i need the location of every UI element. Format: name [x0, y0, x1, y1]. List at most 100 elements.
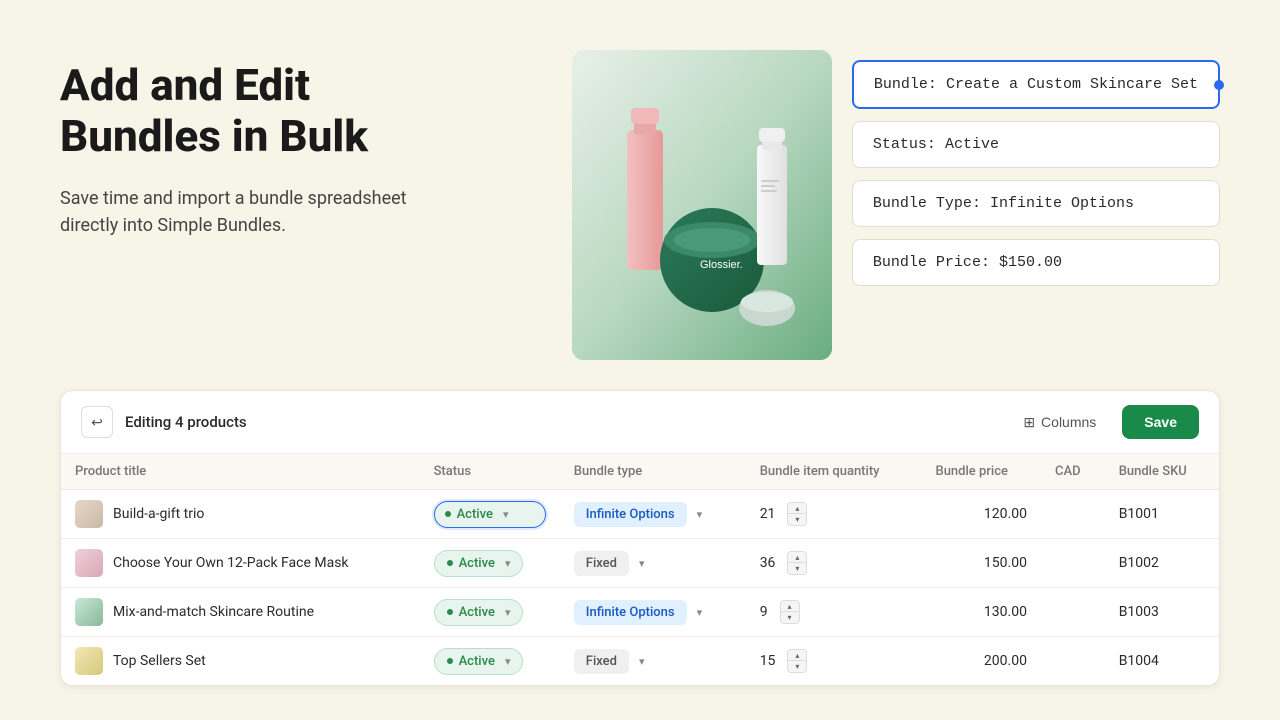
- page-container: Add and Edit Bundles in Bulk Save time a…: [0, 0, 1280, 720]
- price-value: 120.00: [984, 506, 1027, 522]
- hero-title-line2: Bundles in Bulk: [60, 110, 368, 162]
- product-thumbnail: [75, 647, 103, 675]
- hero-content: Add and Edit Bundles in Bulk Save time a…: [60, 50, 500, 239]
- status-cell[interactable]: Active ▾: [420, 588, 560, 637]
- product-name: Top Sellers Set: [113, 653, 206, 669]
- status-badge[interactable]: Active ▾: [434, 599, 524, 626]
- hero-subtitle: Save time and import a bundle spreadshee…: [60, 185, 440, 239]
- status-cell[interactable]: Active ▾: [420, 539, 560, 588]
- qty-cell[interactable]: 15 ▴ ▾: [746, 637, 922, 686]
- bundle-type-chevron-icon: ▾: [639, 655, 645, 668]
- qty-down-button[interactable]: ▾: [781, 612, 799, 623]
- qty-cell[interactable]: 9 ▴ ▾: [746, 588, 922, 637]
- qty-down-button[interactable]: ▾: [788, 514, 806, 525]
- qty-up-button[interactable]: ▴: [781, 601, 799, 612]
- bundle-price-label: Bundle Price:: [873, 254, 990, 271]
- product-illustration: Glossier.: [572, 50, 832, 360]
- qty-value: 9: [760, 604, 768, 620]
- qty-value: 21: [760, 506, 776, 522]
- qty-up-button[interactable]: ▴: [788, 552, 806, 563]
- price-cell: 130.00: [921, 588, 1040, 637]
- qty-cell[interactable]: 21 ▴ ▾: [746, 490, 922, 539]
- table-toolbar: ↩ Editing 4 products ⊞ Columns Save: [61, 391, 1219, 454]
- hero-title-line1: Add and Edit: [60, 59, 310, 111]
- bundle-name-label: Bundle:: [874, 76, 937, 93]
- save-button[interactable]: Save: [1122, 405, 1199, 439]
- bundle-type-chevron-icon: ▾: [697, 508, 703, 521]
- hero-title: Add and Edit Bundles in Bulk: [60, 60, 500, 161]
- columns-icon: ⊞: [1023, 414, 1035, 431]
- qty-cell[interactable]: 36 ▴ ▾: [746, 539, 922, 588]
- bundle-type-badge: Infinite Options: [574, 502, 687, 527]
- status-cell[interactable]: Active ▾: [420, 637, 560, 686]
- bundle-type-cell[interactable]: Infinite Options ▾: [560, 490, 746, 539]
- back-button[interactable]: ↩: [81, 406, 113, 438]
- bundle-type-wrapper[interactable]: Fixed ▾: [574, 649, 732, 674]
- status-text: Active: [457, 507, 493, 522]
- table-header-row: Product title Status Bundle type Bundle …: [61, 454, 1219, 490]
- bundle-type-badge: Infinite Options: [574, 600, 687, 625]
- toolbar-left: ↩ Editing 4 products: [81, 406, 247, 438]
- qty-spinner[interactable]: ▴ ▾: [787, 502, 807, 526]
- table-row: Build-a-gift trio Active ▾ Infinite Opti…: [61, 490, 1219, 539]
- bundle-type-label: Bundle Type:: [873, 195, 981, 212]
- price-cell: 120.00: [921, 490, 1040, 539]
- qty-spinner[interactable]: ▴ ▾: [787, 649, 807, 673]
- th-bundle-type: Bundle type: [560, 454, 746, 490]
- top-section: Add and Edit Bundles in Bulk Save time a…: [60, 50, 1220, 360]
- currency-cell: [1041, 490, 1105, 539]
- status-badge[interactable]: Active ▾: [434, 501, 546, 528]
- status-label: Status:: [873, 136, 936, 153]
- qty-spinner[interactable]: ▴ ▾: [780, 600, 800, 624]
- currency-cell: [1041, 588, 1105, 637]
- bundle-price-card: Bundle Price: $150.00: [852, 239, 1220, 286]
- sku-cell: B1004: [1105, 637, 1219, 686]
- currency-cell: [1041, 539, 1105, 588]
- bundle-type-wrapper[interactable]: Fixed ▾: [574, 551, 732, 576]
- price-value: 130.00: [984, 604, 1027, 620]
- bundle-type-cell[interactable]: Fixed ▾: [560, 637, 746, 686]
- status-cell[interactable]: Active ▾: [420, 490, 560, 539]
- status-badge[interactable]: Active ▾: [434, 550, 524, 577]
- product-thumbnail: [75, 598, 103, 626]
- right-content: Glossier.: [540, 50, 1220, 360]
- bundle-name-value: Create a Custom Skincare Set: [946, 76, 1198, 93]
- th-bundle-item-qty: Bundle item quantity: [746, 454, 922, 490]
- columns-button[interactable]: ⊞ Columns: [1009, 406, 1110, 439]
- th-status: Status: [420, 454, 560, 490]
- qty-spinner[interactable]: ▴ ▾: [787, 551, 807, 575]
- status-badge[interactable]: Active ▾: [434, 648, 524, 675]
- bundle-type-badge: Fixed: [574, 551, 629, 576]
- product-title-cell: Choose Your Own 12-Pack Face Mask: [61, 539, 420, 588]
- sku-value: B1001: [1119, 506, 1159, 522]
- sku-cell: B1002: [1105, 539, 1219, 588]
- table-row: Top Sellers Set Active ▾ Fixed ▾ 15: [61, 637, 1219, 686]
- th-bundle-sku: Bundle SKU: [1105, 454, 1219, 490]
- editing-label: Editing 4 products: [125, 413, 247, 431]
- product-thumbnail: [75, 549, 103, 577]
- qty-up-button[interactable]: ▴: [788, 503, 806, 514]
- qty-up-button[interactable]: ▴: [788, 650, 806, 661]
- sku-cell: B1003: [1105, 588, 1219, 637]
- bundle-name-card: Bundle: Create a Custom Skincare Set: [852, 60, 1220, 109]
- status-value: Active: [945, 136, 999, 153]
- product-title-cell: Top Sellers Set: [61, 637, 420, 686]
- bundle-type-wrapper[interactable]: Infinite Options ▾: [574, 502, 732, 527]
- product-title-cell: Mix-and-match Skincare Routine: [61, 588, 420, 637]
- qty-down-button[interactable]: ▾: [788, 563, 806, 574]
- chevron-down-icon: ▾: [505, 557, 511, 570]
- bundle-type-wrapper[interactable]: Infinite Options ▾: [574, 600, 732, 625]
- bundle-status-card: Status: Active: [852, 121, 1220, 168]
- bundle-type-cell[interactable]: Fixed ▾: [560, 539, 746, 588]
- sku-value: B1004: [1119, 653, 1159, 669]
- price-cell: 200.00: [921, 637, 1040, 686]
- bundle-type-card: Bundle Type: Infinite Options: [852, 180, 1220, 227]
- qty-down-button[interactable]: ▾: [788, 661, 806, 672]
- product-image: Glossier.: [572, 50, 832, 360]
- bundle-type-chevron-icon: ▾: [639, 557, 645, 570]
- bundle-type-chevron-icon: ▾: [697, 606, 703, 619]
- bundle-type-cell[interactable]: Infinite Options ▾: [560, 588, 746, 637]
- bundle-price-value: $150.00: [999, 254, 1062, 271]
- product-name: Mix-and-match Skincare Routine: [113, 604, 314, 620]
- chevron-down-icon: ▾: [503, 508, 509, 521]
